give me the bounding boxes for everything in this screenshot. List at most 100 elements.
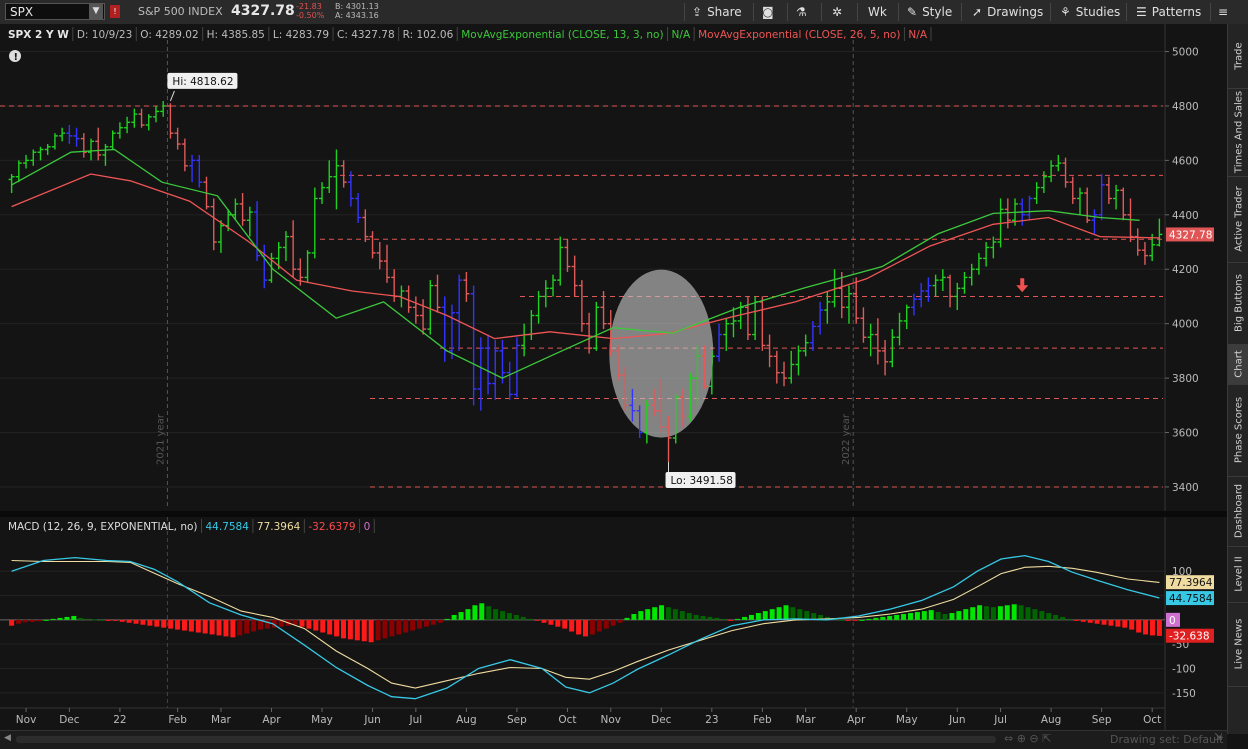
macd-histogram-bar — [1087, 619, 1093, 623]
macd-histogram-bar — [147, 619, 153, 626]
x-tick-label: Jun — [948, 714, 965, 726]
header-open: O: 4289.02 — [140, 29, 198, 41]
macd-histogram-bar — [776, 607, 782, 620]
last-price-label: 4327.78 — [1169, 229, 1212, 241]
macd-histogram-bar — [506, 613, 512, 620]
x-tick-label: 22 — [113, 714, 126, 726]
macd-histogram-bar — [64, 616, 70, 620]
macd-histogram-bar — [693, 614, 699, 620]
macd-histogram-bar — [140, 619, 146, 625]
macd-histogram-bar — [299, 619, 305, 627]
macd-histogram-bar — [1122, 619, 1128, 628]
macd-histogram-bar — [1004, 605, 1010, 620]
macd-histogram-bar — [423, 619, 429, 627]
lo-label: Lo: 3491.58 — [671, 475, 733, 487]
x-tick-label: Mar — [796, 714, 816, 726]
study-label: MovAvgExponential (CLOSE, 26, 5, no) — [698, 29, 900, 41]
macd-histogram-bar — [513, 614, 519, 620]
macd-histogram-bar — [36, 619, 42, 622]
x-tick-label: Nov — [16, 714, 37, 726]
macd-histogram-bar — [700, 615, 706, 620]
side-tab-chart[interactable]: Chart — [1228, 344, 1248, 385]
x-tick-label: Dec — [651, 714, 672, 726]
side-tab-times-and-sales[interactable]: Times And Sales — [1228, 88, 1248, 177]
macd-histogram-bar — [1073, 619, 1079, 621]
x-tick-label: Mar — [211, 714, 231, 726]
side-tab-label: Level II — [1233, 556, 1244, 592]
macd-histogram-bar — [1101, 619, 1107, 625]
macd-histogram-bar — [970, 607, 976, 620]
macd-histogram-bar — [562, 619, 568, 629]
macd-histogram-bar — [907, 613, 913, 620]
macd-histogram-bar — [956, 611, 962, 620]
macd-histogram-bar — [762, 611, 768, 620]
side-tab-active-trader[interactable]: Active Trader — [1228, 176, 1248, 263]
x-tick-label: Oct — [1143, 714, 1161, 726]
side-tab-live-news[interactable]: Live News — [1228, 602, 1248, 687]
macd-zero-label: 0 — [1169, 615, 1176, 627]
macd-histogram-bar — [382, 619, 388, 639]
macd-histogram-bar — [569, 619, 575, 632]
macd-histogram-bar — [396, 619, 402, 635]
macd-histogram-bar — [631, 614, 637, 620]
macd-histogram-bar — [1053, 614, 1059, 620]
macd-histogram-bar — [375, 619, 381, 641]
x-tick-label: Feb — [168, 714, 187, 726]
year-label: 2021 year — [155, 413, 166, 465]
macd-histogram-bar — [292, 619, 298, 625]
macd-histogram-bar — [645, 609, 651, 620]
macd-histogram-bar — [92, 619, 98, 621]
macd-histogram-bar — [921, 611, 927, 620]
price-tick-label: 5000 — [1172, 47, 1199, 59]
macd-histogram-bar — [430, 619, 436, 625]
macd-histogram-bar — [486, 606, 492, 620]
side-tab-trade[interactable]: Trade — [1228, 24, 1248, 89]
chart-area[interactable]: 2021 year 2022 year 3400 3600 3800 4000 4200 4… — [0, 0, 1227, 730]
macd-histogram-bar — [223, 619, 229, 637]
info-icon-glyph: ! — [14, 52, 19, 63]
macd-histogram-bar — [1080, 619, 1086, 622]
macd-histogram-bar — [500, 611, 506, 620]
x-tick-label: May — [896, 714, 918, 726]
macd-histogram-bar — [29, 619, 35, 622]
macd-histogram-bar — [493, 609, 499, 620]
macd-histogram-bar — [534, 619, 540, 621]
macd-histogram-bar — [57, 617, 63, 620]
macd-histogram-bar — [665, 607, 671, 620]
scrollbar[interactable] — [16, 736, 996, 743]
side-tab-dashboard[interactable]: Dashboard — [1228, 476, 1248, 547]
macd-histogram-bar — [389, 619, 395, 637]
price-tick-label: 3400 — [1172, 482, 1199, 494]
side-tab-phase-scores[interactable]: Phase Scores — [1228, 384, 1248, 477]
macd-histogram-bar — [527, 618, 533, 620]
x-tick-label: Oct — [558, 714, 576, 726]
side-tab-label: Live News — [1233, 618, 1244, 670]
pin-icon[interactable]: ⇲ — [1214, 732, 1222, 743]
macd-histogram-bar — [43, 619, 49, 621]
macd-histogram-bar — [230, 619, 236, 638]
macd-histogram-bar — [624, 617, 630, 620]
macd-histogram-bar — [541, 619, 547, 623]
scroll-left-icon[interactable]: ◀ — [4, 733, 11, 743]
macd-histogram-bar — [707, 616, 713, 620]
macd-histogram-bar — [50, 618, 56, 620]
macd-header-signal: 77.3964 — [257, 521, 301, 533]
macd-histogram-bar — [161, 619, 167, 628]
x-tick-label: Nov — [601, 714, 622, 726]
macd-histogram-bar — [188, 619, 194, 632]
macd-histogram-bar — [1149, 619, 1155, 636]
macd-histogram-bar — [520, 616, 526, 620]
side-tab-level-ii[interactable]: Level II — [1228, 546, 1248, 603]
macd-histogram-bar — [686, 613, 692, 620]
macd-histogram-bar — [1011, 604, 1017, 620]
zoom-icons[interactable]: ⇔ ⊕ ⊖ ⇱ — [1004, 732, 1051, 745]
side-tab-label: Times And Sales — [1233, 90, 1244, 174]
macd-histogram-bar — [361, 619, 367, 642]
side-tab-big-buttons[interactable]: Big Buttons — [1228, 262, 1248, 345]
side-panel: Trade Times And Sales Active Trader Big But… — [1227, 24, 1248, 734]
macd-histogram-bar — [576, 619, 582, 635]
macd-histogram-bar — [437, 619, 443, 623]
macd-header-macd: 44.7584 — [206, 521, 250, 533]
price-tick-label: 4800 — [1172, 101, 1199, 113]
x-tick-label: Jun — [363, 714, 380, 726]
